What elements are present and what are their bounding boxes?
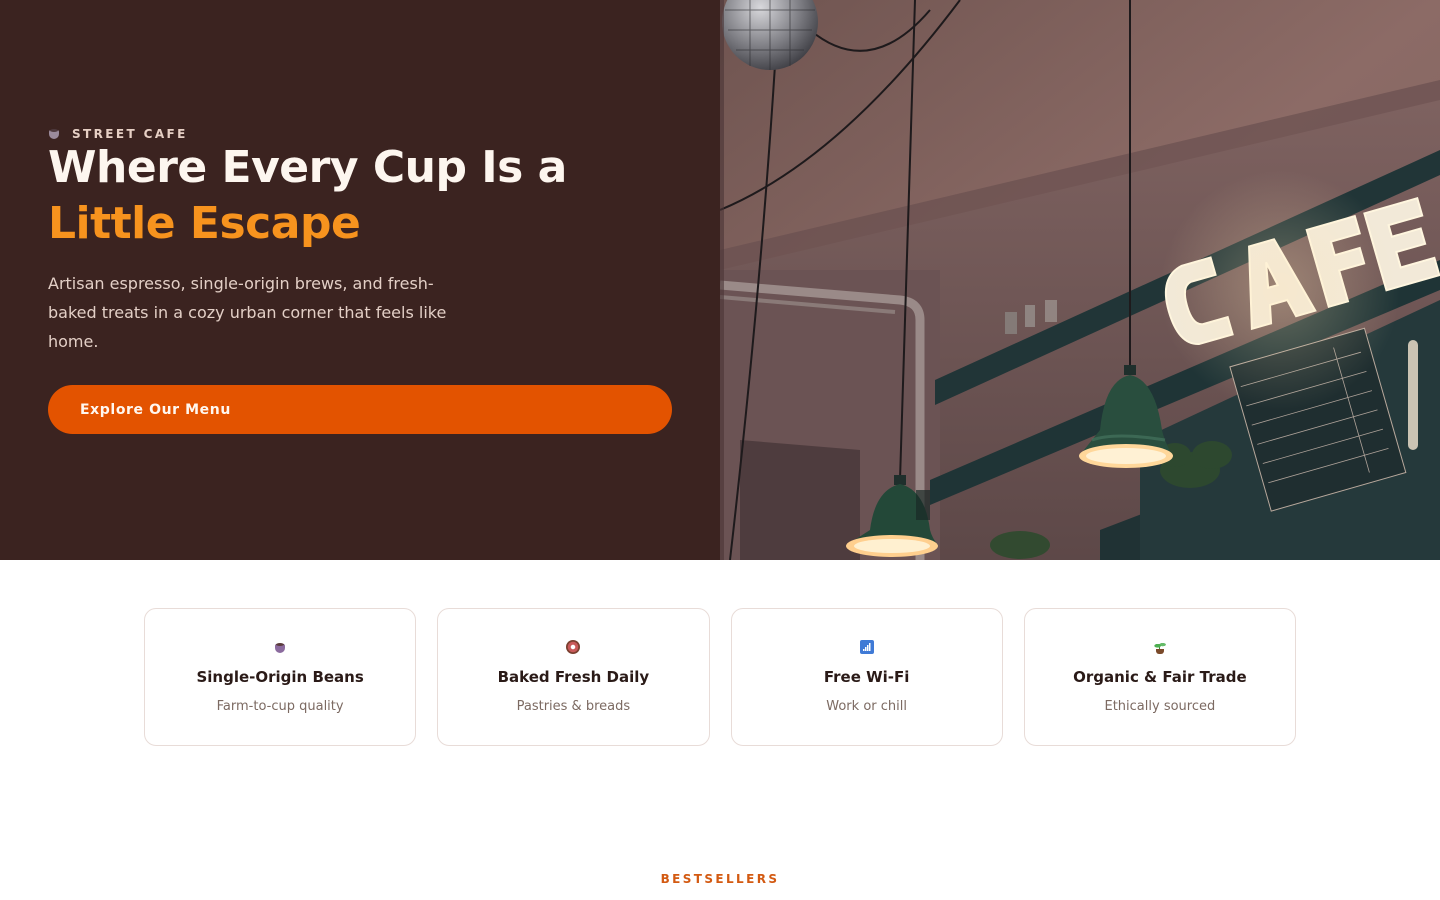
headline-line-2-accent: Little Escape xyxy=(48,198,361,249)
feature-card-single-origin: Single-Origin Beans Farm-to-cup quality xyxy=(144,608,417,746)
feature-subtitle: Ethically sourced xyxy=(1104,699,1216,714)
feature-title: Baked Fresh Daily xyxy=(497,668,650,686)
hero-text-panel: STREET CAFE Where Every Cup Is a Little … xyxy=(0,0,720,560)
feature-card-wifi: Free Wi-Fi Work or chill xyxy=(730,608,1003,746)
explore-menu-button[interactable]: Explore Our Menu xyxy=(48,385,672,434)
feature-title: Single-Origin Beans xyxy=(196,668,364,686)
hero-section: STREET CAFE Where Every Cup Is a Little … xyxy=(0,0,1440,560)
cafe-interior-illustration xyxy=(720,0,1440,560)
donut-icon xyxy=(566,640,581,654)
headline-line-1: Where Every Cup Is a xyxy=(48,142,567,193)
hero-headline: Where Every Cup Is a Little Escape xyxy=(48,140,567,252)
feature-card-baked-fresh: Baked Fresh Daily Pastries & breads xyxy=(437,608,710,746)
feature-title: Organic & Fair Trade xyxy=(1073,668,1247,686)
feature-card-organic: Organic & Fair Trade Ethically sourced xyxy=(1023,608,1296,746)
feature-subtitle: Work or chill xyxy=(826,699,907,714)
features-row: Single-Origin Beans Farm-to-cup quality … xyxy=(144,608,1296,746)
bestsellers-label: BESTSELLERS xyxy=(660,872,780,886)
feature-subtitle: Farm-to-cup quality xyxy=(216,699,344,714)
signal-bars-icon xyxy=(859,640,874,654)
hero-subtext: Artisan espresso, single-origin brews, a… xyxy=(48,274,447,351)
feature-subtitle: Pastries & breads xyxy=(516,699,631,714)
feature-title: Free Wi-Fi xyxy=(823,668,910,686)
hero-image xyxy=(720,0,1440,560)
coffee-cup-icon xyxy=(273,640,287,654)
coffee-cup-icon xyxy=(48,127,62,141)
seedling-icon xyxy=(1153,640,1167,654)
